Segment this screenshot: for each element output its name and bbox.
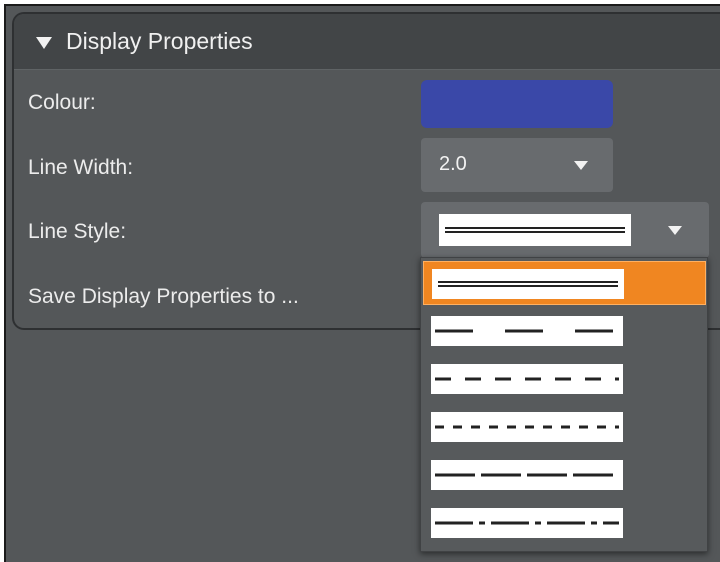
line-style-option-medium-dash[interactable] bbox=[423, 453, 706, 497]
line-style-combo[interactable] bbox=[421, 202, 709, 258]
line-style-dash-dot-preview bbox=[431, 508, 623, 538]
line-width-combo[interactable]: 2.0 bbox=[421, 138, 613, 192]
triangle-down-icon[interactable] bbox=[36, 36, 52, 49]
line-style-dropdown bbox=[420, 257, 708, 552]
line-style-dash-preview bbox=[431, 364, 623, 394]
line-width-label: Line Width: bbox=[28, 156, 134, 179]
save-display-properties-label[interactable]: Save Display Properties to ... bbox=[28, 285, 299, 309]
line-style-preview bbox=[439, 214, 631, 246]
colour-swatch-button[interactable] bbox=[421, 80, 613, 128]
line-style-medium-dash-preview bbox=[431, 460, 623, 490]
line-style-option-solid[interactable] bbox=[423, 261, 706, 305]
line-style-long-dash-preview bbox=[431, 316, 623, 346]
panel-header[interactable]: Display Properties bbox=[14, 14, 720, 70]
line-style-label: Line Style: bbox=[28, 220, 127, 243]
line-style-solid-preview bbox=[432, 269, 624, 299]
line-style-short-dash-preview bbox=[431, 412, 623, 442]
chevron-down-icon bbox=[668, 226, 682, 235]
panel-title: Display Properties bbox=[66, 28, 253, 54]
line-style-option-dash-dot[interactable] bbox=[423, 501, 706, 545]
colour-label: Colour: bbox=[28, 91, 96, 114]
line-style-option-short-dash[interactable] bbox=[423, 405, 706, 449]
line-width-value: 2.0 bbox=[439, 153, 467, 175]
line-style-option-dash[interactable] bbox=[423, 357, 706, 401]
line-style-option-long-dash[interactable] bbox=[423, 309, 706, 353]
chevron-down-icon bbox=[574, 161, 588, 170]
